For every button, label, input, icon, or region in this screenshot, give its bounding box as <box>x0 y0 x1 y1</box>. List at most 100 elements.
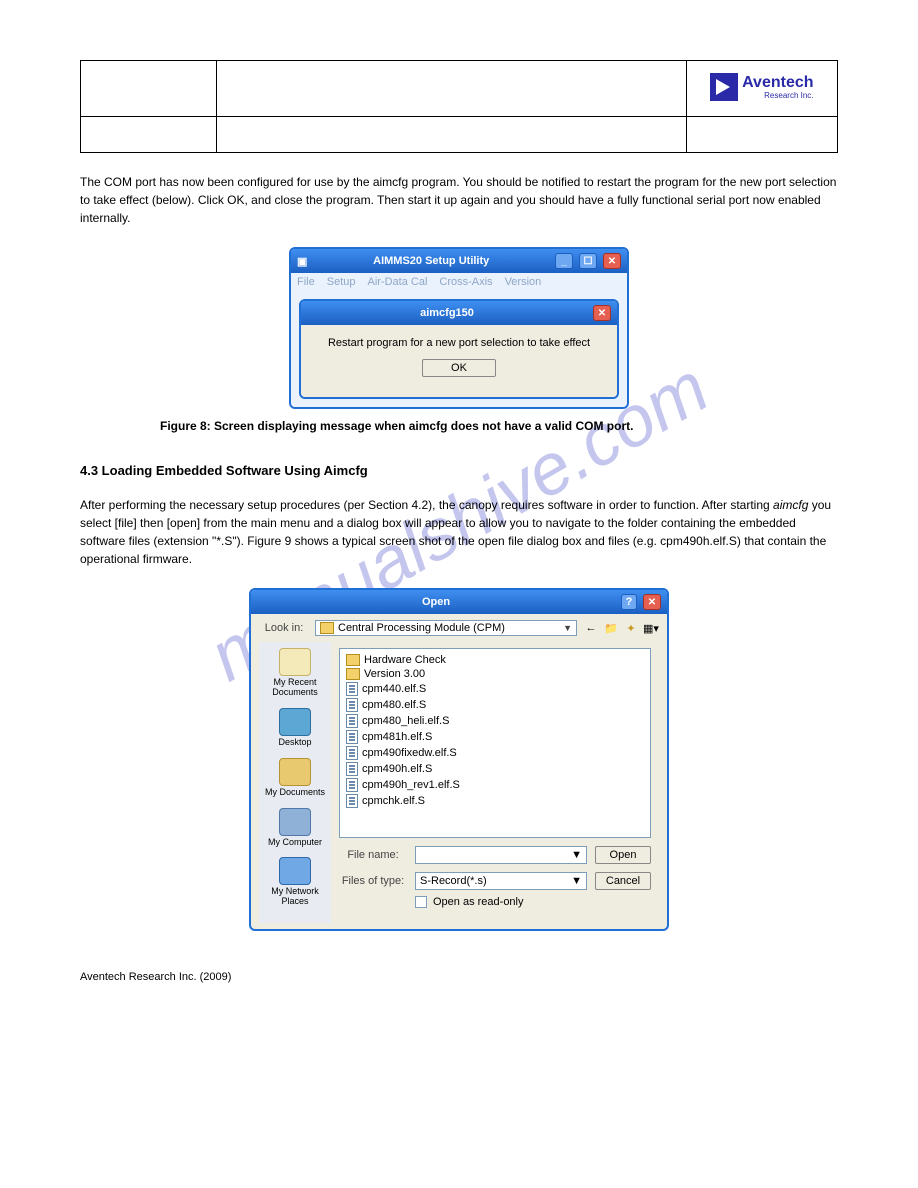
place-mycomputer[interactable]: My Computer <box>263 808 327 848</box>
readonly-checkbox[interactable] <box>415 896 427 908</box>
folder-icon <box>346 654 360 666</box>
list-item[interactable]: cpm490h.elf.S <box>346 761 644 777</box>
aimms-setup-window: ▣ AIMMS20 Setup Utility _ ☐ ✕ File Setup… <box>289 247 629 409</box>
new-folder-icon[interactable]: ✦ <box>623 620 639 636</box>
menu-crossaxis[interactable]: Cross-Axis <box>439 276 492 288</box>
figure-8: ▣ AIMMS20 Setup Utility _ ☐ ✕ File Setup… <box>80 247 838 409</box>
logo-text: Aventech <box>742 74 813 91</box>
views-icon[interactable]: ▦▾ <box>643 620 659 636</box>
app-icon: ▣ <box>297 255 307 268</box>
file-icon <box>346 746 358 760</box>
file-name: Hardware Check <box>364 654 446 666</box>
aventech-logo-icon <box>710 73 738 101</box>
menu-setup[interactable]: Setup <box>327 276 356 288</box>
open-dialog-titlebar: Open ? ✕ <box>251 590 667 614</box>
place-mydocs-label: My Documents <box>263 788 327 798</box>
header-cell-botleft <box>81 117 217 153</box>
place-network[interactable]: My Network Places <box>263 857 327 907</box>
file-icon <box>346 714 358 728</box>
paragraph-2: After performing the necessary setup pro… <box>80 496 838 568</box>
menu-bar: File Setup Air-Data Cal Cross-Axis Versi… <box>291 273 627 291</box>
file-list[interactable]: Hardware Check Version 3.00 cpm440.elf.S… <box>339 648 651 838</box>
menu-airdata[interactable]: Air-Data Cal <box>367 276 427 288</box>
paragraph-1: The COM port has now been configured for… <box>80 173 838 227</box>
lookin-combo[interactable]: Central Processing Module (CPM) ▼ <box>315 620 577 636</box>
folder-icon <box>346 668 360 680</box>
header-cell-topleft <box>81 61 217 117</box>
mydocs-icon <box>279 758 311 786</box>
up-folder-icon[interactable]: 📁 <box>603 620 619 636</box>
page-footer: Aventech Research Inc. (2009) <box>80 971 838 983</box>
list-item[interactable]: cpm490h_rev1.elf.S <box>346 777 644 793</box>
header-cell-botmid <box>217 117 686 153</box>
para2-part-a: After performing the necessary setup pro… <box>80 498 773 512</box>
mycomputer-icon <box>279 808 311 836</box>
open-dialog-title: Open <box>257 596 615 608</box>
back-icon[interactable]: ← <box>583 620 599 636</box>
menu-file[interactable]: File <box>297 276 315 288</box>
place-mydocs[interactable]: My Documents <box>263 758 327 798</box>
filename-input[interactable]: ▼ <box>415 846 587 864</box>
file-icon <box>346 730 358 744</box>
file-name: cpm480.elf.S <box>362 699 426 711</box>
list-item[interactable]: cpm480.elf.S <box>346 697 644 713</box>
list-item[interactable]: cpm490fixedw.elf.S <box>346 745 644 761</box>
file-name: cpm490h_rev1.elf.S <box>362 779 460 791</box>
window-title: AIMMS20 Setup Utility <box>313 255 549 267</box>
desktop-icon <box>279 708 311 736</box>
open-close-button[interactable]: ✕ <box>643 594 661 610</box>
logo-subtext: Research Inc. <box>742 91 813 100</box>
minimize-button[interactable]: _ <box>555 253 573 269</box>
file-name: Version 3.00 <box>364 668 425 680</box>
cancel-button[interactable]: Cancel <box>595 872 651 890</box>
place-network-label: My Network Places <box>263 887 327 907</box>
filetype-label: Files of type: <box>339 875 407 887</box>
place-recent[interactable]: My Recent Documents <box>263 648 327 698</box>
aimcfg-emphasis: aimcfg <box>773 498 808 512</box>
header-cell-topmid <box>217 61 686 117</box>
list-item[interactable]: Version 3.00 <box>346 667 644 681</box>
place-desktop-label: Desktop <box>263 738 327 748</box>
network-icon <box>279 857 311 885</box>
readonly-label: Open as read-only <box>433 896 524 908</box>
header-cell-botright <box>686 117 837 153</box>
file-icon <box>346 778 358 792</box>
list-item[interactable]: Hardware Check <box>346 653 644 667</box>
header-logo-cell: Aventech Research Inc. <box>686 61 837 117</box>
place-mycomputer-label: My Computer <box>263 838 327 848</box>
list-item[interactable]: cpm480_heli.elf.S <box>346 713 644 729</box>
file-icon <box>346 762 358 776</box>
chevron-down-icon: ▼ <box>571 849 582 861</box>
list-item[interactable]: cpm481h.elf.S <box>346 729 644 745</box>
close-button[interactable]: ✕ <box>603 253 621 269</box>
lookin-value: Central Processing Module (CPM) <box>338 622 505 634</box>
help-button[interactable]: ? <box>621 594 637 610</box>
filetype-combo[interactable]: S-Record(*.s) ▼ <box>415 872 587 890</box>
open-dialog: Open ? ✕ Look in: Central Processing Mod… <box>249 588 669 931</box>
chevron-down-icon: ▼ <box>563 623 572 633</box>
list-item[interactable]: cpmchk.elf.S <box>346 793 644 809</box>
maximize-button[interactable]: ☐ <box>579 253 597 269</box>
filetype-value: S-Record(*.s) <box>420 875 487 887</box>
file-icon <box>346 698 358 712</box>
dialog-title: aimcfg150 <box>307 307 587 319</box>
open-button[interactable]: Open <box>595 846 651 864</box>
document-header-table: Aventech Research Inc. <box>80 60 838 153</box>
places-bar: My Recent Documents Desktop My Documents <box>259 642 331 923</box>
window-titlebar: ▣ AIMMS20 Setup Utility _ ☐ ✕ <box>291 249 627 273</box>
lookin-label: Look in: <box>259 622 309 634</box>
file-name: cpm440.elf.S <box>362 683 426 695</box>
file-name: cpmchk.elf.S <box>362 795 425 807</box>
list-item[interactable]: cpm440.elf.S <box>346 681 644 697</box>
chevron-down-icon: ▼ <box>571 875 582 887</box>
place-desktop[interactable]: Desktop <box>263 708 327 748</box>
figure-9: Open ? ✕ Look in: Central Processing Mod… <box>80 588 838 931</box>
ok-button[interactable]: OK <box>422 359 496 377</box>
section-heading: 4.3 Loading Embedded Software Using Aimc… <box>80 463 838 478</box>
message-dialog: aimcfg150 ✕ Restart program for a new po… <box>299 299 619 399</box>
file-name: cpm490fixedw.elf.S <box>362 747 457 759</box>
figure-8-caption: Figure 8: Screen displaying message when… <box>80 419 838 433</box>
menu-version[interactable]: Version <box>505 276 542 288</box>
filename-label: File name: <box>339 849 407 861</box>
dialog-close-button[interactable]: ✕ <box>593 305 611 321</box>
